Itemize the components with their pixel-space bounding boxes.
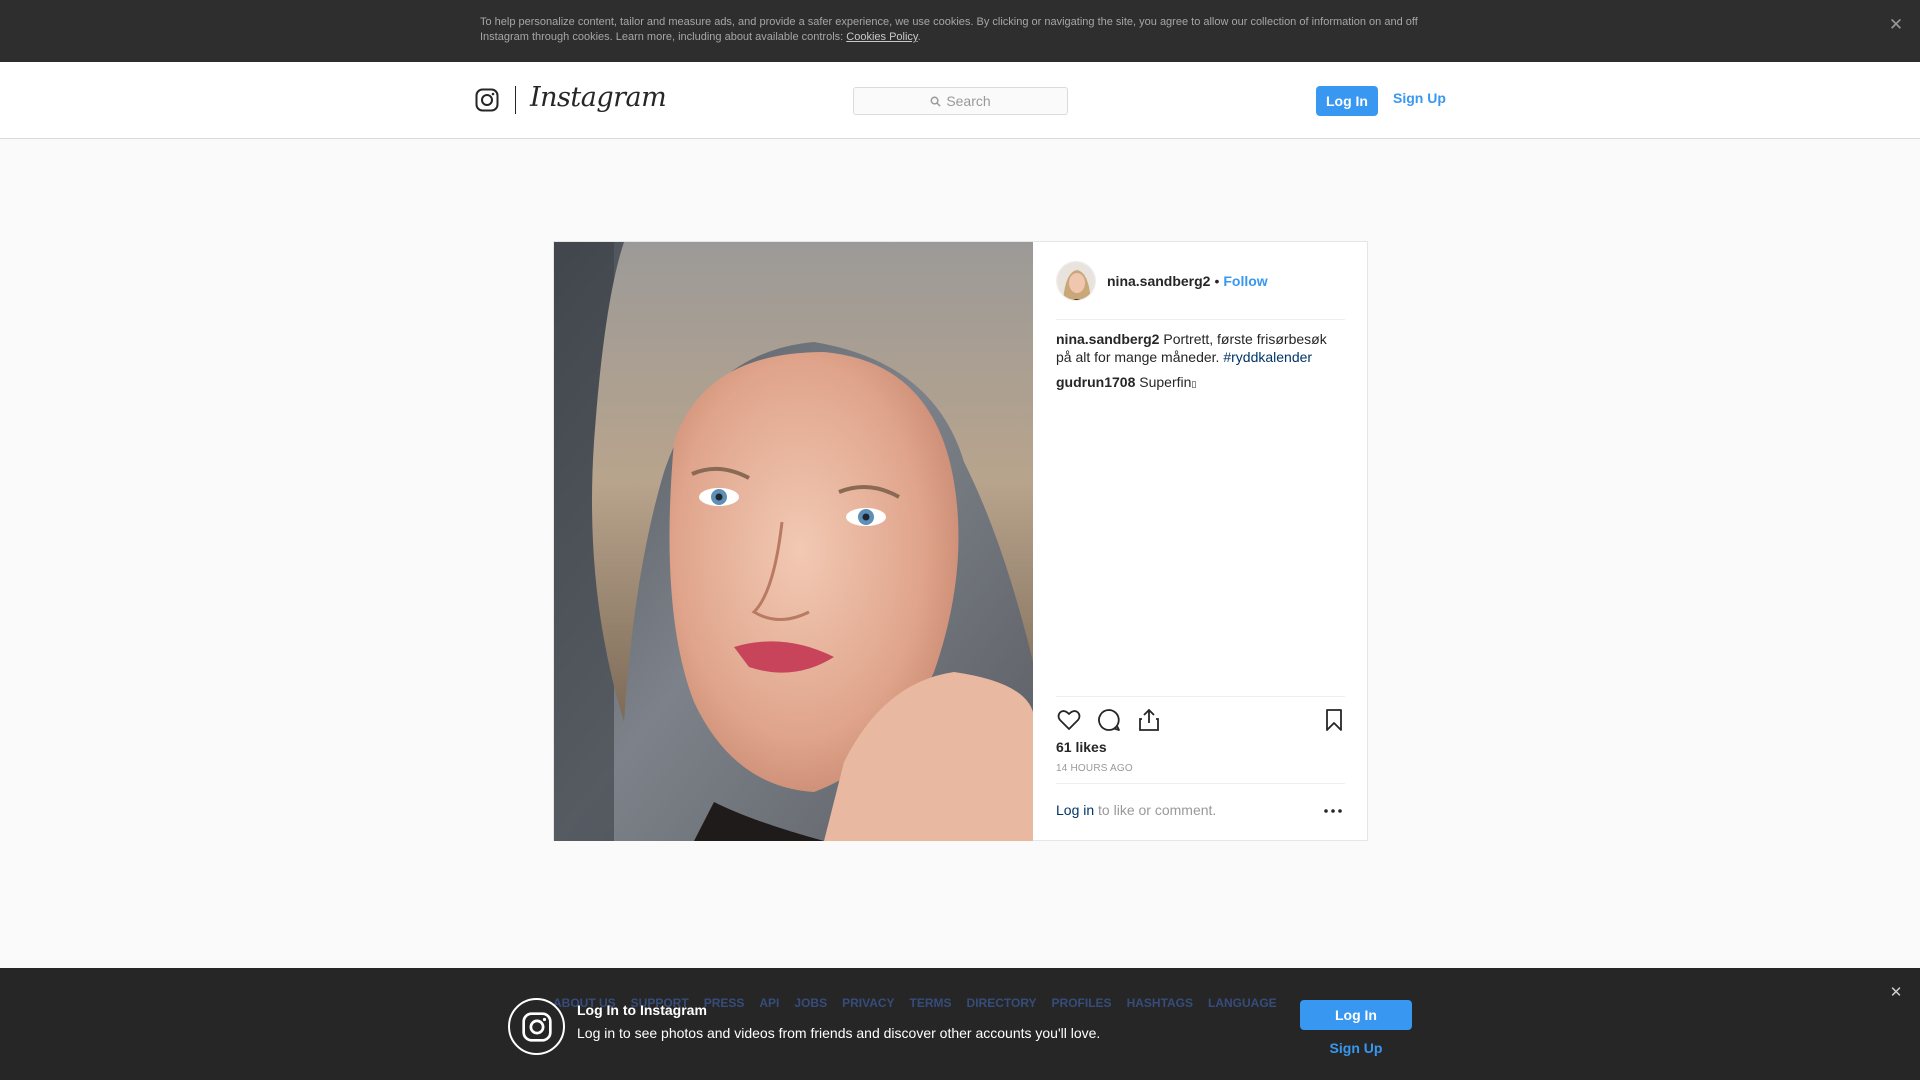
login-prompt-bar: ABOUT US SUPPORT PRESS API JOBS PRIVACY … bbox=[0, 968, 1920, 1080]
emoji-placeholder-icon: ▯ bbox=[1191, 379, 1197, 389]
footer-link-directory[interactable]: DIRECTORY bbox=[967, 996, 1037, 1010]
post-header: nina.sandberg2 • Follow bbox=[1056, 242, 1345, 320]
footer-link-hashtags[interactable]: HASHTAGS bbox=[1127, 996, 1193, 1010]
more-options-icon[interactable] bbox=[1322, 806, 1344, 816]
login-prompt: Log in to like or comment. bbox=[1056, 802, 1216, 818]
top-navbar: Instagram Search Log In Sign Up bbox=[0, 62, 1920, 139]
login-prompt-text: to like or comment. bbox=[1094, 802, 1217, 818]
comment-text: Superfin bbox=[1135, 374, 1192, 390]
separator-dot: • bbox=[1214, 272, 1220, 289]
comment-username-link[interactable]: gudrun1708 bbox=[1056, 374, 1135, 390]
instagram-camera-icon bbox=[521, 1011, 552, 1042]
footer-link-press[interactable]: PRESS bbox=[704, 996, 745, 1010]
footer-link-profiles[interactable]: PROFILES bbox=[1052, 996, 1112, 1010]
footer-link-jobs[interactable]: JOBS bbox=[794, 996, 827, 1010]
instagram-wordmark[interactable]: Instagram bbox=[530, 82, 667, 113]
post-caption: nina.sandberg2 Portrett, første frisørbe… bbox=[1056, 330, 1345, 366]
search-icon bbox=[930, 96, 941, 107]
comment-icon[interactable] bbox=[1096, 707, 1122, 733]
cookie-close-icon[interactable]: ✕ bbox=[1886, 15, 1906, 35]
bookmark-icon[interactable] bbox=[1321, 707, 1347, 733]
post-timestamp[interactable]: 14 HOURS AGO bbox=[1056, 763, 1133, 774]
footer-link-language[interactable]: LANGUAGE bbox=[1208, 996, 1277, 1010]
cookie-banner: To help personalize content, tailor and … bbox=[0, 0, 1920, 62]
portrait-photo-image bbox=[554, 242, 1033, 841]
instagram-glyph-icon[interactable] bbox=[475, 88, 499, 112]
footer-link-privacy[interactable]: PRIVACY bbox=[842, 996, 894, 1010]
instagram-glyph-icon bbox=[508, 998, 565, 1055]
overlay-close-icon[interactable]: ✕ bbox=[1886, 983, 1906, 1003]
heart-icon[interactable] bbox=[1056, 707, 1082, 733]
post-details-panel: nina.sandberg2 • Follow nina.sandberg2 P… bbox=[1033, 242, 1368, 841]
likes-count[interactable]: 61 likes bbox=[1056, 739, 1107, 755]
post-footer: Log in to like or comment. bbox=[1056, 783, 1345, 839]
cookie-notice-body: To help personalize content, tailor and … bbox=[480, 16, 1418, 43]
cookie-notice-period: . bbox=[917, 31, 921, 43]
login-button[interactable]: Log In bbox=[1316, 86, 1378, 116]
avatar[interactable] bbox=[1056, 260, 1096, 301]
hashtag-link[interactable]: #ryddkalender bbox=[1223, 349, 1312, 365]
share-icon[interactable] bbox=[1136, 707, 1162, 733]
caption-username-link[interactable]: nina.sandberg2 bbox=[1056, 331, 1159, 347]
signup-link[interactable]: Sign Up bbox=[1393, 90, 1446, 106]
cookie-notice-text: To help personalize content, tailor and … bbox=[480, 15, 1440, 45]
avatar-image bbox=[1057, 261, 1095, 300]
logo-divider bbox=[515, 86, 516, 114]
post-card: nina.sandberg2 • Follow nina.sandberg2 P… bbox=[553, 241, 1368, 841]
follow-button[interactable]: Follow bbox=[1223, 273, 1267, 289]
post-actions bbox=[1056, 696, 1345, 738]
overlay-login-button[interactable]: Log In bbox=[1300, 1000, 1412, 1030]
post-photo[interactable] bbox=[554, 242, 1033, 841]
cookies-policy-link[interactable]: Cookies Policy bbox=[846, 31, 917, 43]
overlay-description: Log in to see photos and videos from fri… bbox=[577, 1025, 1101, 1041]
post-author-link[interactable]: nina.sandberg2 bbox=[1107, 273, 1210, 289]
overlay-signup-link[interactable]: Sign Up bbox=[1300, 1040, 1412, 1056]
footer-link-terms[interactable]: TERMS bbox=[910, 996, 952, 1010]
search-input[interactable]: Search bbox=[853, 87, 1068, 115]
overlay-title: Log In to Instagram bbox=[577, 1002, 707, 1018]
login-link[interactable]: Log in bbox=[1056, 802, 1094, 818]
footer-link-api[interactable]: API bbox=[759, 996, 779, 1010]
comment-item: gudrun1708 Superfin▯ bbox=[1056, 373, 1345, 393]
search-placeholder: Search bbox=[946, 93, 991, 109]
